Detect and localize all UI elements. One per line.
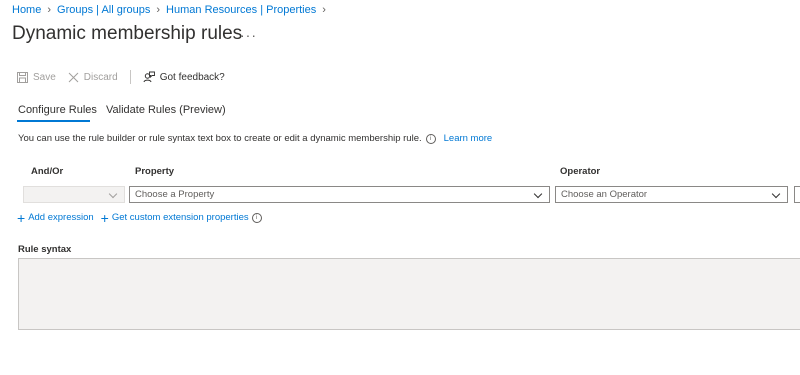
header-and-or: And/Or [31, 166, 64, 177]
breadcrumb-home[interactable]: Home [12, 4, 41, 16]
save-label: Save [33, 71, 56, 83]
add-expression-button[interactable]: + Add expression [17, 209, 94, 226]
get-custom-extension-label: Get custom extension properties [111, 212, 249, 223]
tab-validate-rules[interactable]: Validate Rules (Preview) [106, 104, 226, 116]
discard-label: Discard [83, 71, 118, 83]
plus-icon: + [17, 209, 26, 226]
description-text: You can use the rule builder or rule syn… [18, 133, 422, 144]
get-custom-extension-properties-button[interactable]: + Get custom extension properties i [100, 209, 262, 226]
close-icon [68, 72, 79, 83]
breadcrumb-hr-properties[interactable]: Human Resources | Properties [166, 4, 316, 16]
learn-more-link[interactable]: Learn more [444, 133, 493, 144]
breadcrumb: Home › Groups | All groups › Human Resou… [12, 4, 332, 16]
chevron-right-icon: › [322, 4, 326, 16]
tab-configure-rules[interactable]: Configure Rules [18, 104, 97, 116]
chevron-down-icon [771, 189, 781, 199]
page-title: Dynamic membership rules [12, 23, 243, 44]
property-dropdown[interactable]: Choose a Property [129, 186, 550, 203]
rule-actions: + Add expression + Get custom extension … [17, 209, 269, 226]
operator-dropdown[interactable]: Choose an Operator [555, 186, 788, 203]
more-options-button[interactable]: ··· [240, 27, 257, 43]
info-icon[interactable]: i [251, 212, 262, 223]
add-expression-label: Add expression [28, 212, 94, 223]
info-icon[interactable]: i [425, 133, 436, 144]
save-button[interactable]: Save [17, 71, 56, 83]
header-operator: Operator [560, 166, 601, 177]
rule-syntax-textbox[interactable] [18, 258, 800, 330]
toolbar-divider [129, 70, 131, 84]
chevron-right-icon: › [156, 4, 161, 16]
breadcrumb-groups[interactable]: Groups | All groups [57, 4, 150, 16]
chevron-down-icon [533, 189, 543, 199]
active-tab-indicator [17, 120, 90, 122]
feedback-person-icon [143, 71, 155, 83]
value-field-partial[interactable] [794, 186, 800, 203]
feedback-label: Got feedback? [159, 71, 225, 83]
chevron-right-icon: › [47, 4, 52, 16]
command-bar: Save Discard Got feedback? [17, 69, 237, 85]
save-icon [17, 71, 28, 83]
property-placeholder: Choose a Property [135, 189, 215, 200]
chevron-down-icon [108, 189, 118, 199]
and-or-dropdown[interactable] [23, 186, 125, 203]
discard-button[interactable]: Discard [68, 72, 118, 83]
plus-icon: + [100, 209, 109, 226]
header-property: Property [135, 166, 175, 177]
rule-syntax-label: Rule syntax [18, 244, 72, 255]
got-feedback-button[interactable]: Got feedback? [143, 71, 225, 83]
description: You can use the rule builder or rule syn… [18, 133, 492, 144]
operator-placeholder: Choose an Operator [561, 189, 648, 200]
